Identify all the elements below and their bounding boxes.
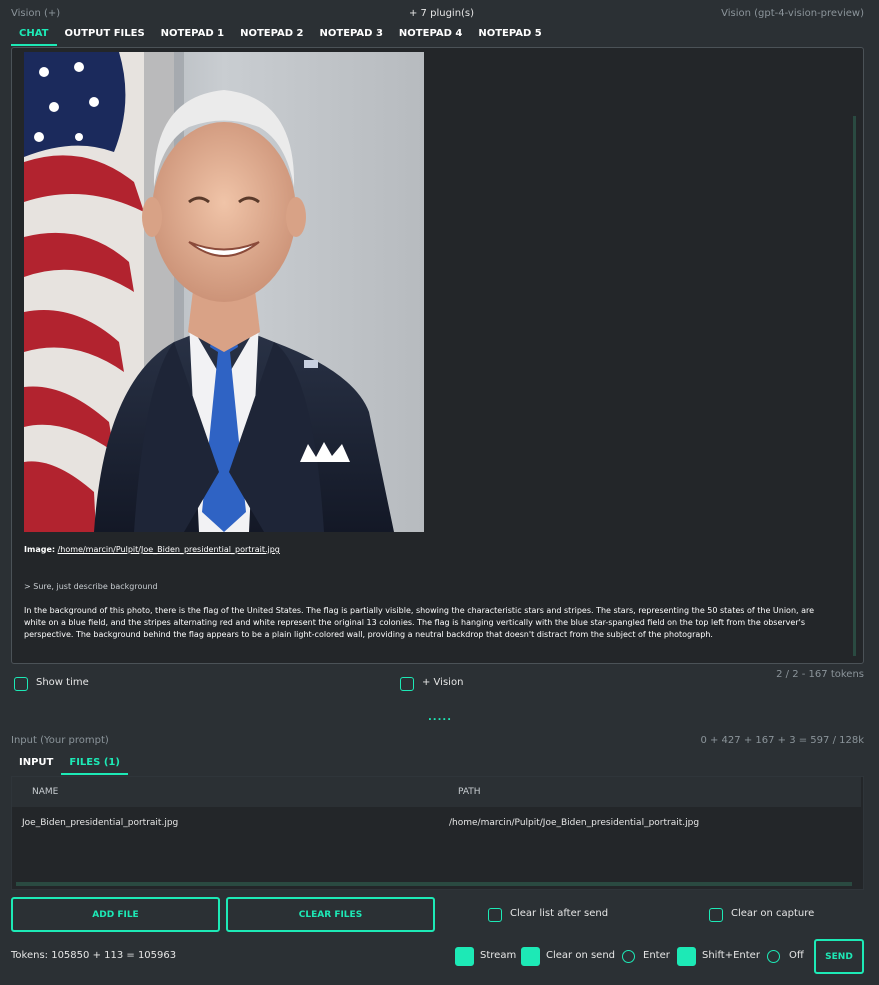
enter-radio[interactable] bbox=[622, 950, 635, 963]
send-button[interactable]: SEND bbox=[814, 939, 864, 974]
files-horizontal-scrollbar[interactable] bbox=[16, 882, 852, 886]
assistant-answer: In the background of this photo, there i… bbox=[24, 606, 815, 639]
clear-on-capture-checkbox[interactable] bbox=[709, 908, 723, 922]
model-label: Vision (gpt-4-vision-preview) bbox=[721, 8, 864, 19]
add-file-button[interactable]: ADD FILE bbox=[11, 897, 220, 932]
image-path-link[interactable]: /home/marcin/Pulpit/Joe_Biden_presidenti… bbox=[58, 545, 280, 554]
stream-label: Stream bbox=[480, 950, 517, 961]
splitter-handle[interactable]: ..... bbox=[428, 712, 452, 723]
vision-checkbox[interactable] bbox=[400, 677, 414, 691]
tab-input[interactable]: INPUT bbox=[11, 756, 61, 775]
shift-enter-checkbox[interactable] bbox=[677, 947, 696, 966]
tab-notepad-3[interactable]: NOTEPAD 3 bbox=[312, 27, 391, 46]
vision-label: + Vision bbox=[422, 677, 464, 688]
file-name-cell: Joe_Biden_presidential_portrait.jpg bbox=[22, 818, 179, 828]
clear-list-after-send-label: Clear list after send bbox=[510, 908, 609, 919]
chat-output[interactable]: Image: /home/marcin/Pulpit/Joe_Biden_pre… bbox=[11, 47, 864, 664]
stream-checkbox[interactable] bbox=[455, 947, 474, 966]
shift-enter-label: Shift+Enter bbox=[702, 950, 760, 961]
clear-list-after-send-checkbox[interactable] bbox=[488, 908, 502, 922]
tab-notepad-1[interactable]: NOTEPAD 1 bbox=[153, 27, 232, 46]
attached-image bbox=[24, 52, 424, 532]
off-radio[interactable] bbox=[767, 950, 780, 963]
chat-scrollbar[interactable] bbox=[853, 116, 856, 656]
input-tabs: INPUT FILES (1) bbox=[11, 756, 128, 775]
input-token-sum: 0 + 427 + 167 + 3 = 597 / 128k bbox=[700, 735, 864, 746]
tab-notepad-5[interactable]: NOTEPAD 5 bbox=[470, 27, 549, 46]
clear-on-send-checkbox[interactable] bbox=[521, 947, 540, 966]
tab-notepad-2[interactable]: NOTEPAD 2 bbox=[232, 27, 311, 46]
user-prompt-echo: > Sure, just describe background bbox=[24, 582, 158, 591]
show-time-label: Show time bbox=[36, 677, 89, 688]
clear-on-capture-label: Clear on capture bbox=[731, 908, 815, 919]
column-name-header[interactable]: NAME bbox=[32, 787, 58, 797]
column-path-header[interactable]: PATH bbox=[458, 787, 481, 797]
image-caption: Image: /home/marcin/Pulpit/Joe_Biden_pre… bbox=[24, 545, 280, 554]
clear-files-button[interactable]: CLEAR FILES bbox=[226, 897, 435, 932]
tokens-footer: Tokens: 105850 + 113 = 105963 bbox=[11, 950, 177, 961]
enter-label: Enter bbox=[643, 950, 670, 961]
tab-chat[interactable]: CHAT bbox=[11, 27, 57, 46]
tab-output-files[interactable]: OUTPUT FILES bbox=[57, 27, 153, 46]
file-path-cell: /home/marcin/Pulpit/Joe_Biden_presidenti… bbox=[449, 818, 700, 828]
clear-on-send-label: Clear on send bbox=[546, 950, 616, 961]
tab-notepad-4[interactable]: NOTEPAD 4 bbox=[391, 27, 470, 46]
files-table-header: NAME PATH bbox=[12, 777, 861, 807]
plugins-count: + 7 plugin(s) bbox=[409, 8, 475, 19]
main-tabs: CHAT OUTPUT FILES NOTEPAD 1 NOTEPAD 2 NO… bbox=[11, 27, 550, 46]
mode-label: Vision (+) bbox=[11, 8, 61, 19]
off-label: Off bbox=[789, 950, 804, 961]
tab-files[interactable]: FILES (1) bbox=[61, 756, 128, 775]
show-time-checkbox[interactable] bbox=[14, 677, 28, 691]
files-table: NAME PATH Joe_Biden_presidential_portrai… bbox=[11, 776, 864, 890]
context-tokens: 2 / 2 - 167 tokens bbox=[776, 669, 864, 680]
image-label: Image: bbox=[24, 545, 56, 554]
input-label: Input (Your prompt) bbox=[11, 735, 109, 746]
